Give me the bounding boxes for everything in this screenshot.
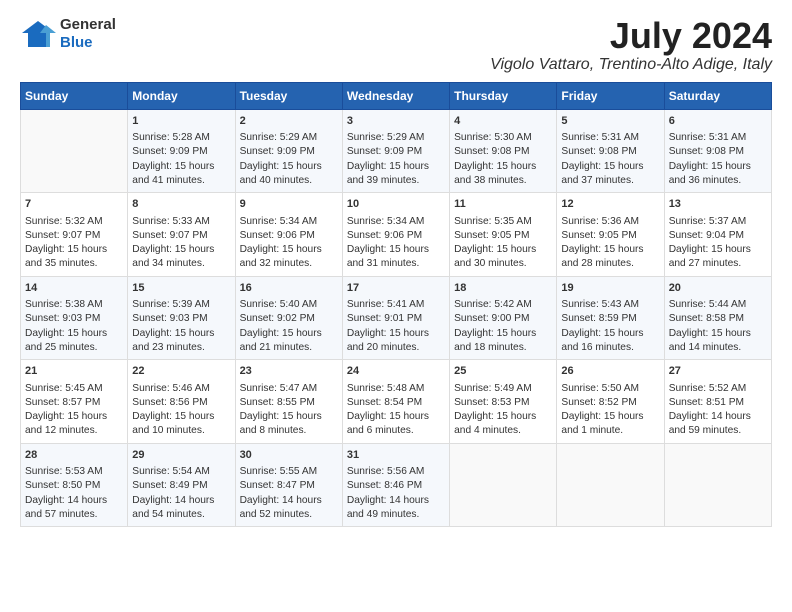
day-number: 10 [347,197,445,212]
day-number: 12 [561,197,659,212]
calendar-cell: 20Sunrise: 5:44 AMSunset: 8:58 PMDayligh… [664,276,771,360]
calendar-week-row: 1Sunrise: 5:28 AMSunset: 9:09 PMDaylight… [21,109,772,193]
col-sunday: Sunday [21,82,128,109]
day-number: 16 [240,281,338,296]
col-saturday: Saturday [664,82,771,109]
calendar-header: Sunday Monday Tuesday Wednesday Thursday… [21,82,772,109]
day-number: 30 [240,448,338,463]
calendar-cell: 1Sunrise: 5:28 AMSunset: 9:09 PMDaylight… [128,109,235,193]
day-number: 31 [347,448,445,463]
calendar-week-row: 28Sunrise: 5:53 AMSunset: 8:50 PMDayligh… [21,443,772,527]
day-number: 14 [25,281,123,296]
day-number: 4 [454,114,552,129]
calendar-cell: 18Sunrise: 5:42 AMSunset: 9:00 PMDayligh… [450,276,557,360]
calendar-cell: 9Sunrise: 5:34 AMSunset: 9:06 PMDaylight… [235,193,342,277]
calendar-cell: 31Sunrise: 5:56 AMSunset: 8:46 PMDayligh… [342,443,449,527]
day-number: 8 [132,197,230,212]
calendar-cell: 22Sunrise: 5:46 AMSunset: 8:56 PMDayligh… [128,360,235,444]
calendar-cell: 27Sunrise: 5:52 AMSunset: 8:51 PMDayligh… [664,360,771,444]
calendar-cell: 2Sunrise: 5:29 AMSunset: 9:09 PMDaylight… [235,109,342,193]
calendar-cell: 8Sunrise: 5:33 AMSunset: 9:07 PMDaylight… [128,193,235,277]
col-friday: Friday [557,82,664,109]
calendar-cell: 11Sunrise: 5:35 AMSunset: 9:05 PMDayligh… [450,193,557,277]
calendar-cell: 3Sunrise: 5:29 AMSunset: 9:09 PMDaylight… [342,109,449,193]
calendar-cell: 16Sunrise: 5:40 AMSunset: 9:02 PMDayligh… [235,276,342,360]
calendar-cell [664,443,771,527]
month-title: July 2024 [490,16,772,56]
calendar-week-row: 7Sunrise: 5:32 AMSunset: 9:07 PMDaylight… [21,193,772,277]
col-monday: Monday [128,82,235,109]
calendar-cell: 17Sunrise: 5:41 AMSunset: 9:01 PMDayligh… [342,276,449,360]
day-number: 7 [25,197,123,212]
day-number: 1 [132,114,230,129]
day-number: 13 [669,197,767,212]
day-number: 29 [132,448,230,463]
calendar-week-row: 21Sunrise: 5:45 AMSunset: 8:57 PMDayligh… [21,360,772,444]
calendar-cell: 21Sunrise: 5:45 AMSunset: 8:57 PMDayligh… [21,360,128,444]
calendar-cell: 4Sunrise: 5:30 AMSunset: 9:08 PMDaylight… [450,109,557,193]
calendar-cell: 25Sunrise: 5:49 AMSunset: 8:53 PMDayligh… [450,360,557,444]
day-number: 28 [25,448,123,463]
calendar-cell [450,443,557,527]
day-number: 15 [132,281,230,296]
calendar-cell: 14Sunrise: 5:38 AMSunset: 9:03 PMDayligh… [21,276,128,360]
calendar-cell: 5Sunrise: 5:31 AMSunset: 9:08 PMDaylight… [557,109,664,193]
day-number: 20 [669,281,767,296]
day-number: 19 [561,281,659,296]
col-wednesday: Wednesday [342,82,449,109]
calendar-cell: 26Sunrise: 5:50 AMSunset: 8:52 PMDayligh… [557,360,664,444]
location-title: Vigolo Vattaro, Trentino-Alto Adige, Ita… [490,56,772,74]
calendar-cell: 28Sunrise: 5:53 AMSunset: 8:50 PMDayligh… [21,443,128,527]
page-header: General Blue July 2024 Vigolo Vattaro, T… [20,16,772,74]
day-number: 18 [454,281,552,296]
calendar-cell: 19Sunrise: 5:43 AMSunset: 8:59 PMDayligh… [557,276,664,360]
day-number: 11 [454,197,552,212]
calendar-cell: 6Sunrise: 5:31 AMSunset: 9:08 PMDaylight… [664,109,771,193]
day-number: 2 [240,114,338,129]
calendar-cell: 10Sunrise: 5:34 AMSunset: 9:06 PMDayligh… [342,193,449,277]
header-row: Sunday Monday Tuesday Wednesday Thursday… [21,82,772,109]
calendar-cell: 30Sunrise: 5:55 AMSunset: 8:47 PMDayligh… [235,443,342,527]
day-number: 23 [240,364,338,379]
calendar-cell: 29Sunrise: 5:54 AMSunset: 8:49 PMDayligh… [128,443,235,527]
day-number: 26 [561,364,659,379]
calendar-table: Sunday Monday Tuesday Wednesday Thursday… [20,82,772,528]
title-block: July 2024 Vigolo Vattaro, Trentino-Alto … [490,16,772,74]
calendar-week-row: 14Sunrise: 5:38 AMSunset: 9:03 PMDayligh… [21,276,772,360]
logo: General Blue [20,16,116,52]
calendar-cell: 7Sunrise: 5:32 AMSunset: 9:07 PMDaylight… [21,193,128,277]
calendar-cell: 23Sunrise: 5:47 AMSunset: 8:55 PMDayligh… [235,360,342,444]
day-number: 27 [669,364,767,379]
col-thursday: Thursday [450,82,557,109]
day-number: 24 [347,364,445,379]
col-tuesday: Tuesday [235,82,342,109]
logo-icon [20,19,56,49]
day-number: 17 [347,281,445,296]
calendar-body: 1Sunrise: 5:28 AMSunset: 9:09 PMDaylight… [21,109,772,527]
day-number: 6 [669,114,767,129]
day-number: 25 [454,364,552,379]
day-number: 3 [347,114,445,129]
calendar-cell [21,109,128,193]
day-number: 5 [561,114,659,129]
calendar-cell [557,443,664,527]
calendar-cell: 12Sunrise: 5:36 AMSunset: 9:05 PMDayligh… [557,193,664,277]
calendar-cell: 13Sunrise: 5:37 AMSunset: 9:04 PMDayligh… [664,193,771,277]
day-number: 9 [240,197,338,212]
calendar-cell: 15Sunrise: 5:39 AMSunset: 9:03 PMDayligh… [128,276,235,360]
day-number: 21 [25,364,123,379]
logo-text: General Blue [60,16,116,52]
day-number: 22 [132,364,230,379]
calendar-cell: 24Sunrise: 5:48 AMSunset: 8:54 PMDayligh… [342,360,449,444]
